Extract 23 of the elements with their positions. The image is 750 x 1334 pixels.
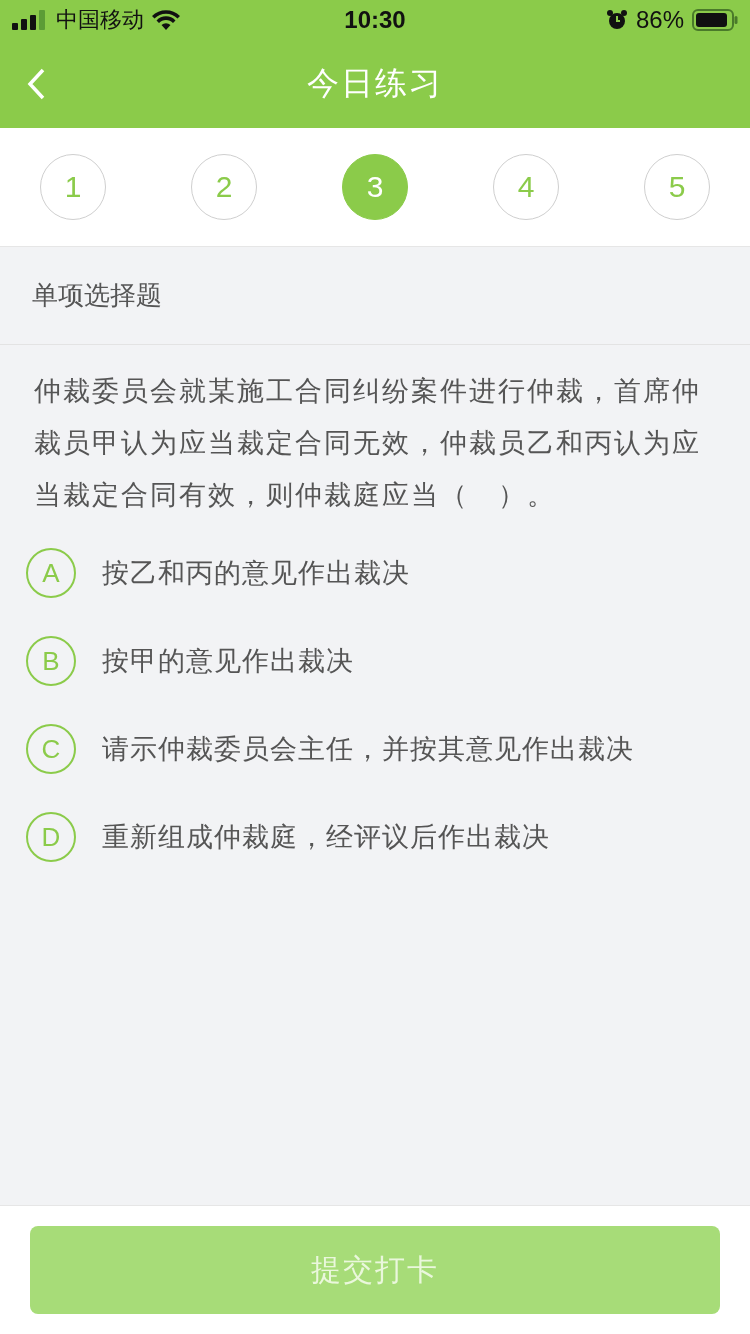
option-text[interactable]: 重新组成仲裁庭，经评议后作出裁决 — [102, 819, 550, 855]
question-number-tab[interactable]: 4 — [493, 154, 559, 220]
question-number-tab[interactable]: 5 — [644, 154, 710, 220]
battery-percent: 86% — [635, 6, 684, 34]
option-letter[interactable]: D — [26, 812, 76, 862]
option-text[interactable]: 按乙和丙的意见作出裁决 — [102, 555, 410, 591]
option-text[interactable]: 按甲的意见作出裁决 — [102, 643, 354, 679]
signal-icon — [12, 10, 48, 30]
carrier-name: 中国移动 — [56, 6, 144, 34]
option-letter[interactable]: B — [26, 636, 76, 686]
question-number-tab[interactable]: 2 — [191, 154, 257, 220]
question-type: 单项选择题 — [32, 279, 162, 312]
question-number-tab[interactable]: 3 — [342, 154, 408, 220]
question-text: 仲裁委员会就某施工合同纠纷案件进行仲裁，首席仲裁员甲认为应当裁定合同无效，仲裁员乙和丙认为应当裁定合同有效，则仲裁庭应当（ ）。 — [34, 374, 702, 512]
option-text[interactable]: 请示仲裁委员会主任，并按其意见作出裁决 — [102, 731, 634, 767]
page-title: 今日练习 — [307, 63, 443, 104]
question-number-tab[interactable]: 1 — [40, 154, 106, 220]
clock-time: 10:30 — [344, 6, 406, 34]
option-letter[interactable]: A — [26, 548, 76, 598]
alarm-icon — [605, 9, 628, 31]
wifi-icon — [152, 10, 180, 30]
option-letter[interactable]: C — [26, 724, 76, 774]
battery-icon — [692, 9, 738, 31]
